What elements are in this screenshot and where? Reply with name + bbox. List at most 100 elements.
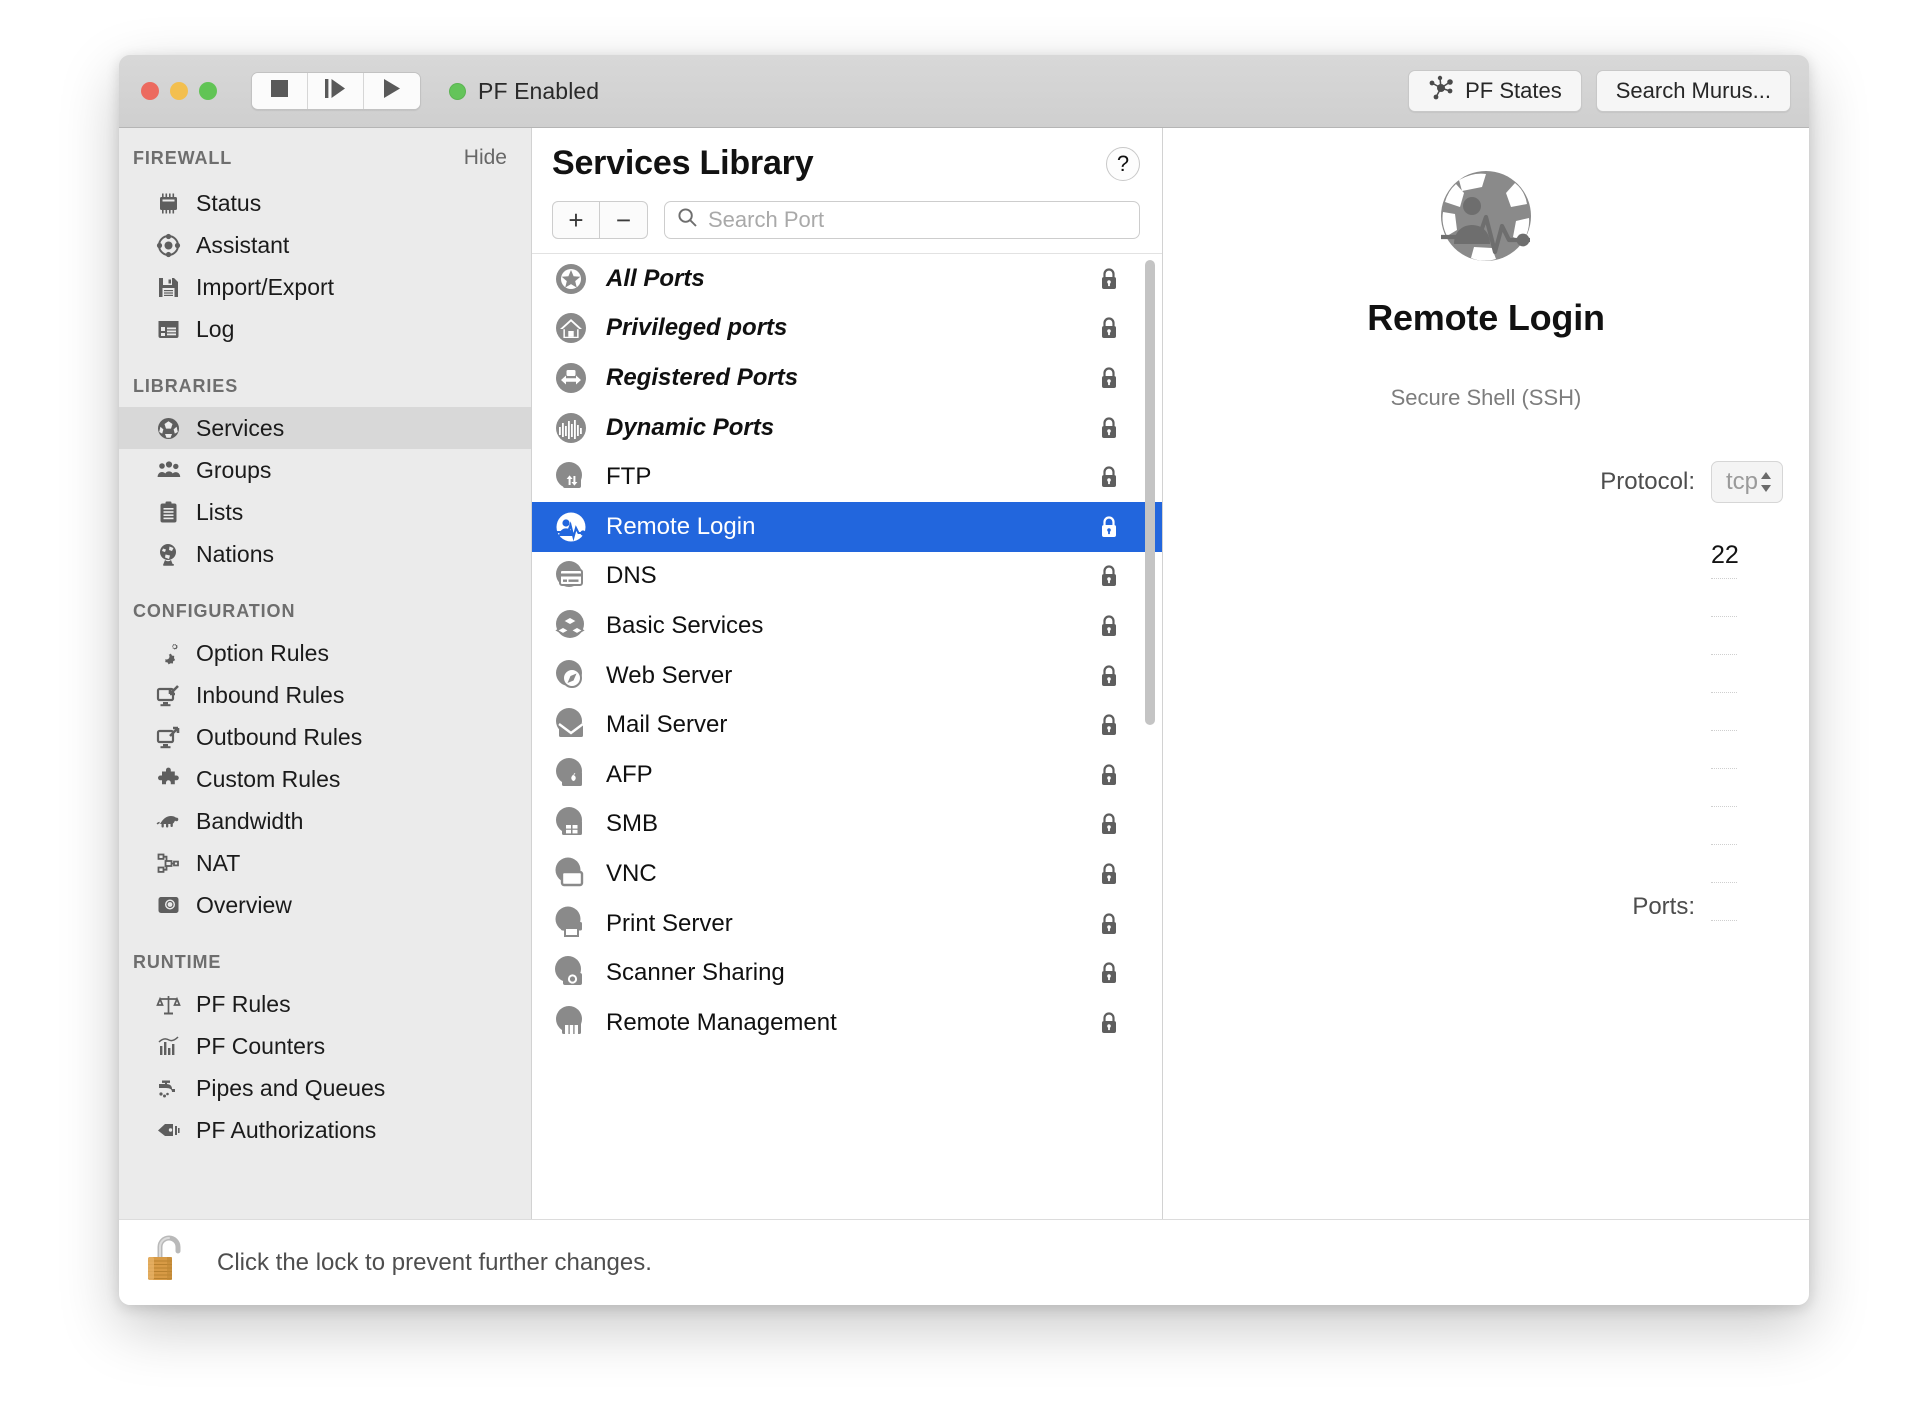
sidebar-item-groups[interactable]: Groups — [119, 449, 531, 491]
pf-states-button[interactable]: PF States — [1408, 70, 1582, 112]
page-title: Services Library — [552, 144, 814, 182]
pf-control-segmented[interactable] — [251, 72, 421, 110]
stop-button[interactable] — [252, 73, 308, 109]
sidebar-item-overview[interactable]: Overview — [119, 884, 531, 926]
table-row[interactable]: Web Server — [532, 651, 1162, 701]
sidebar-item-lists[interactable]: Lists — [119, 491, 531, 533]
service-name: Web Server — [606, 661, 733, 689]
search-murus-label: Search Murus... — [1615, 78, 1771, 103]
sidebar-item-log[interactable]: Log — [119, 308, 531, 350]
port-entry-empty[interactable] — [1711, 655, 1737, 693]
sidebar-item-custom-rules[interactable]: Custom Rules — [119, 758, 531, 800]
table-row[interactable]: SMB — [532, 800, 1162, 850]
sidebar-group-title-runtime: RUNTIME — [133, 952, 222, 972]
close-button[interactable] — [141, 82, 159, 100]
table-row[interactable]: Registered Ports — [532, 353, 1162, 403]
sidebar-item-assistant[interactable]: Assistant — [119, 224, 531, 266]
search-murus-button[interactable]: Search Murus... — [1595, 70, 1791, 112]
sidebar-item-label: Overview — [196, 891, 292, 918]
remote-login-large-icon — [1431, 164, 1541, 279]
clipboard-icon — [155, 499, 182, 526]
port-entry-empty[interactable] — [1711, 617, 1737, 655]
services-list-scroll[interactable]: All Ports Privileged ports Registered Po… — [532, 254, 1162, 1219]
sidebar-item-pf-rules[interactable]: PF Rules — [119, 983, 531, 1025]
add-service-button[interactable]: + — [552, 201, 600, 239]
table-row[interactable]: Remote Management — [532, 998, 1162, 1048]
table-row[interactable]: AFP — [532, 750, 1162, 800]
groups-people-icon — [155, 457, 182, 484]
table-row[interactable]: DNS — [532, 552, 1162, 602]
table-row[interactable]: FTP — [532, 452, 1162, 502]
play-button[interactable] — [364, 73, 420, 109]
desktop-background: PF Enabled PF States Search Murus... FIR… — [0, 0, 1920, 1423]
table-row[interactable]: Mail Server — [532, 700, 1162, 750]
sidebar-item-inbound-rules[interactable]: Inbound Rules — [119, 674, 531, 716]
port-entry-empty[interactable] — [1711, 769, 1737, 807]
window-titlebar: PF Enabled PF States Search Murus... — [119, 55, 1809, 128]
tag-icon — [155, 1117, 182, 1144]
toolbar-right: PF States Search Murus... — [1408, 70, 1791, 112]
remove-service-button[interactable]: − — [600, 201, 648, 239]
sidebar-item-label: NAT — [196, 849, 241, 876]
table-row[interactable]: Basic Services — [532, 601, 1162, 651]
open-padlock-icon[interactable] — [145, 1233, 191, 1292]
sidebar-item-label: Pipes and Queues — [196, 1074, 386, 1101]
service-name: Basic Services — [606, 611, 764, 639]
port-entry-empty[interactable] — [1711, 731, 1737, 769]
lock-icon — [1098, 712, 1120, 738]
table-row[interactable]: All Ports — [532, 254, 1162, 304]
monitor-in-icon — [155, 682, 182, 709]
protocol-label: Protocol: — [1600, 468, 1695, 495]
vnc-screen-icon — [552, 855, 590, 893]
services-list-header: Services Library ? + − Search Port — [532, 128, 1162, 253]
table-row[interactable]: Scanner Sharing — [532, 948, 1162, 998]
zoom-button[interactable] — [199, 82, 217, 100]
search-port-input[interactable]: Search Port — [664, 201, 1140, 239]
lock-icon — [1098, 315, 1120, 341]
sidebar-item-bandwidth[interactable]: Bandwidth — [119, 800, 531, 842]
port-entry-empty[interactable] — [1711, 693, 1737, 731]
sidebar-item-option-rules[interactable]: Option Rules — [119, 632, 531, 674]
faucet-icon — [155, 1075, 182, 1102]
sidebar-item-outbound-rules[interactable]: Outbound Rules — [119, 716, 531, 758]
help-button[interactable]: ? — [1106, 146, 1140, 181]
port-entry-empty[interactable] — [1711, 807, 1737, 845]
sidebar-hide-button[interactable]: Hide — [464, 146, 507, 170]
sidebar-item-nat[interactable]: NAT — [119, 842, 531, 884]
lock-icon — [1098, 514, 1120, 540]
sidebar-item-pf-counters[interactable]: PF Counters — [119, 1025, 531, 1067]
play-icon — [383, 78, 401, 104]
list-scrollbar-thumb[interactable] — [1145, 260, 1155, 725]
gears-icon — [155, 640, 182, 667]
step-button[interactable] — [308, 73, 364, 109]
sidebar-item-import-export[interactable]: Import/Export — [119, 266, 531, 308]
sidebar-group-title: FIREWALL — [133, 148, 233, 168]
port-entry[interactable]: 22 Remote Login (SSH) — [1711, 541, 1739, 579]
table-row[interactable]: Remote Login — [532, 501, 1162, 552]
minimize-button[interactable] — [170, 82, 188, 100]
pf-status-dot — [449, 82, 466, 100]
protocol-select[interactable]: tcp — [1711, 461, 1784, 503]
port-entry-empty[interactable] — [1711, 883, 1737, 921]
sidebar-item-label: Bandwidth — [196, 807, 304, 834]
sidebar-item-pf-authorizations[interactable]: PF Authorizations — [119, 1109, 531, 1151]
monitor-out-icon — [155, 724, 182, 751]
table-row[interactable]: Privileged ports — [532, 304, 1162, 354]
table-row[interactable]: VNC — [532, 849, 1162, 899]
lock-icon — [1098, 663, 1120, 689]
table-row[interactable]: Dynamic Ports — [532, 403, 1162, 453]
sidebar-item-status[interactable]: Status — [119, 182, 531, 224]
table-row[interactable]: Print Server — [532, 899, 1162, 949]
port-entry-empty[interactable] — [1711, 845, 1737, 883]
sidebar-item-pipes-queues[interactable]: Pipes and Queues — [119, 1067, 531, 1109]
sidebar-item-services[interactable]: Services — [119, 407, 531, 449]
dns-card-icon — [552, 557, 590, 595]
pf-states-label: PF States — [1465, 78, 1562, 103]
sidebar-item-label: Custom Rules — [196, 765, 341, 792]
sidebar-item-nations[interactable]: Nations — [119, 533, 531, 575]
list-scrollbar[interactable] — [1145, 260, 1155, 1213]
service-name: Scanner Sharing — [606, 959, 785, 987]
detail-subtitle: Secure Shell (SSH) — [1390, 385, 1582, 410]
pf-status: PF Enabled — [449, 78, 599, 105]
port-entry-empty[interactable] — [1711, 579, 1737, 617]
